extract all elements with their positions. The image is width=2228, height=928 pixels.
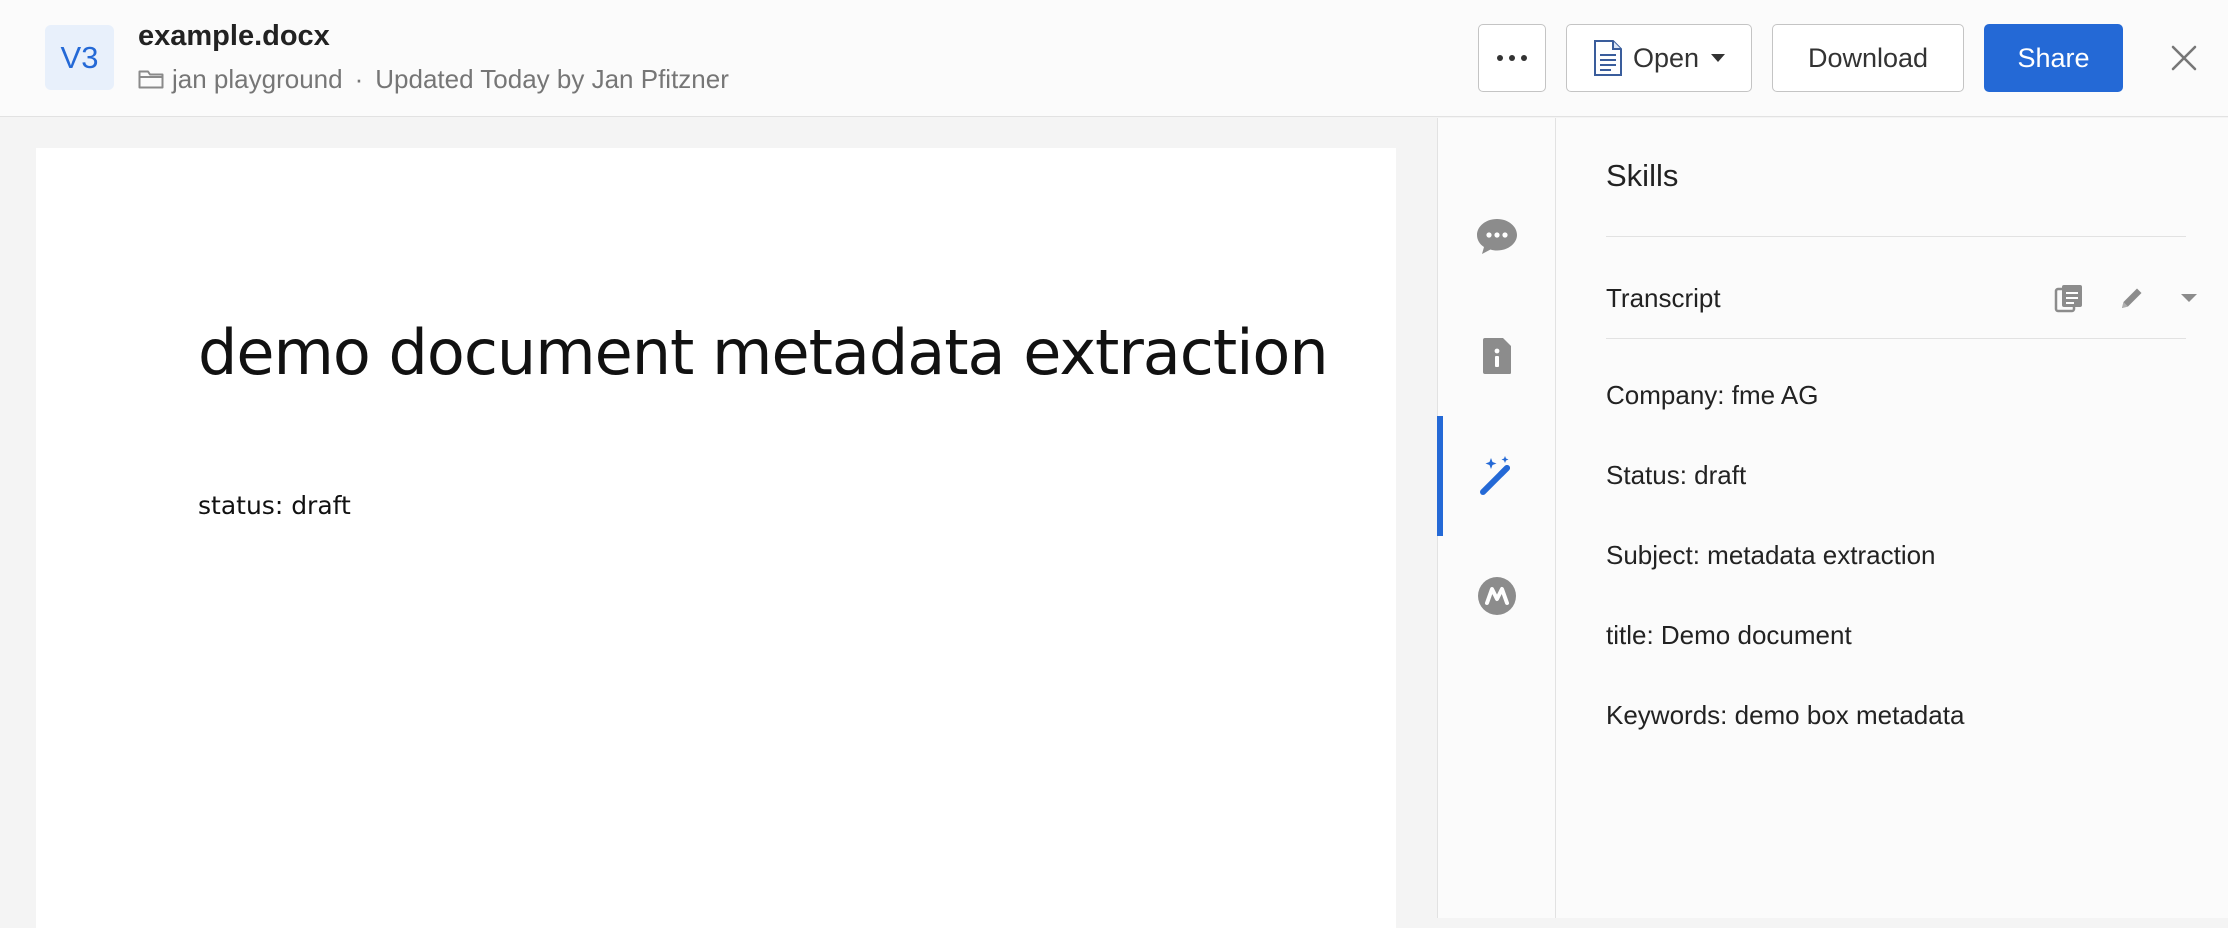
version-badge[interactable]: V3 xyxy=(45,25,114,90)
file-name: example.docx xyxy=(138,20,330,52)
sidebar-nav-item-metadata[interactable] xyxy=(1438,536,1556,656)
card-actions xyxy=(2054,278,2198,318)
list-item: title: Demo document xyxy=(1606,620,1852,650)
list-item: Company: fme AG xyxy=(1606,380,1819,410)
comment-icon xyxy=(1475,216,1519,256)
document-icon xyxy=(1593,39,1623,77)
meta-separator: · xyxy=(354,63,364,94)
preview-header: V3 example.docx jan playground · Updated… xyxy=(0,0,2228,117)
document-preview: demo document metadata extraction status… xyxy=(0,118,1437,928)
file-meta: jan playground · Updated Today by Jan Pf… xyxy=(138,62,729,96)
sidebar-nav xyxy=(1437,118,1556,918)
open-button[interactable]: Open xyxy=(1566,24,1752,92)
ellipsis-icon xyxy=(1497,55,1527,61)
file-info-icon xyxy=(1481,336,1513,376)
updated-text: Updated Today by Jan Pfitzner xyxy=(375,63,729,94)
metadata-icon xyxy=(1476,575,1518,617)
more-options-button[interactable] xyxy=(1478,24,1546,92)
magic-wand-icon xyxy=(1475,454,1519,498)
list-item: Subject: metadata extraction xyxy=(1606,540,1936,570)
share-button[interactable]: Share xyxy=(1984,24,2123,92)
card-divider xyxy=(1606,338,2186,339)
close-icon[interactable] xyxy=(2164,38,2204,78)
copy-icon[interactable] xyxy=(2054,283,2084,313)
edit-icon[interactable] xyxy=(2118,284,2146,312)
sidebar-nav-item-file-info[interactable] xyxy=(1438,296,1556,416)
sidebar-nav-item-magic-wand[interactable] xyxy=(1437,416,1556,536)
transcript-card-title: Transcript xyxy=(1606,283,1721,313)
folder-link[interactable]: jan playground xyxy=(172,64,343,95)
list-item: Status: draft xyxy=(1606,460,1747,490)
download-button[interactable]: Download xyxy=(1772,24,1964,92)
folder-icon xyxy=(138,69,164,89)
panel-divider xyxy=(1606,236,2186,237)
document-title: demo document metadata extraction xyxy=(198,316,1329,389)
panel-title: Skills xyxy=(1606,158,1679,193)
transcript-entries: Company: fme AG Status: draft Subject: m… xyxy=(1606,380,1964,780)
document-page: demo document metadata extraction status… xyxy=(36,148,1396,928)
open-button-label: Open xyxy=(1632,42,1700,73)
sidebar-nav-item-comment[interactable] xyxy=(1438,176,1556,296)
chevron-down-icon xyxy=(1711,54,1726,62)
document-body: status: draft xyxy=(198,491,351,520)
skills-panel: Skills Transcript Company: fme AG Status… xyxy=(1556,118,2228,918)
list-item: Keywords: demo box metadata xyxy=(1606,700,1965,730)
chevron-down-icon[interactable] xyxy=(2180,292,2198,304)
